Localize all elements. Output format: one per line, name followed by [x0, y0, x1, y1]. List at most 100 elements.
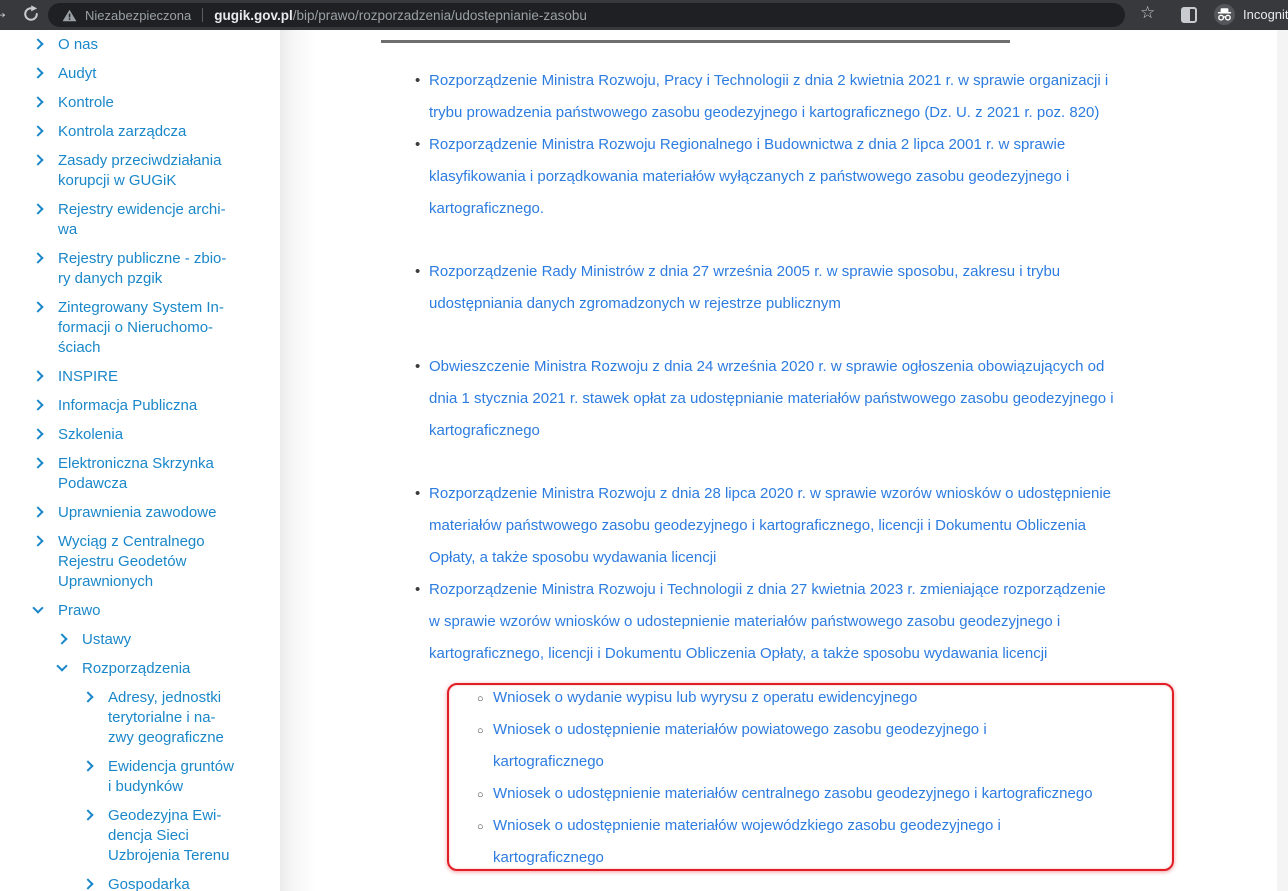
- reload-icon[interactable]: [22, 5, 40, 23]
- chevron-right-icon[interactable]: [32, 96, 43, 107]
- sidebar-item-gospodarka: Gospodarka nieruchomościami: [0, 875, 280, 891]
- sidebar-link[interactable]: Zintegrowany System In- formacji o Nieru…: [58, 298, 280, 358]
- sidebar-item-rejestry-ewidencje: Rejestry ewidencje archi- wa: [0, 200, 280, 240]
- sidebar-item-audyt: Audyt: [0, 64, 280, 84]
- chevron-right-icon[interactable]: [32, 125, 43, 136]
- regulation-item: Rozporządzenie Rady Ministrów z dnia 27 …: [415, 256, 1185, 320]
- chevron-right-icon[interactable]: [32, 67, 43, 78]
- omnibox-divider: [202, 8, 203, 22]
- sidebar-item-kontrola-zarzadcza: Kontrola zarządcza: [0, 122, 280, 142]
- sidebar-separator-shadow: [280, 30, 317, 891]
- browser-window: → Niezabezpieczona gugik.gov.pl /bip/pra…: [0, 0, 1288, 891]
- regulation-item: Rozporządzenie Ministra Rozwoju i Techno…: [415, 574, 1185, 874]
- sidebar-link[interactable]: Kontrola zarządcza: [58, 122, 280, 142]
- chevron-right-icon[interactable]: [32, 370, 43, 381]
- wniosek-link[interactable]: Wniosek o udostępnienie materiałów powia…: [493, 721, 987, 770]
- incognito-label: Incognito: [1243, 7, 1288, 22]
- chevron-right-icon[interactable]: [32, 457, 43, 468]
- chevron-right-icon[interactable]: [82, 691, 93, 702]
- wniosek-link[interactable]: Wniosek o udostępnienie materiałów centr…: [493, 785, 1093, 802]
- sidebar-link[interactable]: Ewidencja gruntów i budynków: [108, 757, 280, 797]
- sidebar-link[interactable]: Informacja Publiczna: [58, 396, 280, 416]
- sidebar-item-inspire: INSPIRE: [0, 367, 280, 387]
- sidebar-link[interactable]: Adresy, jednostki terytorialne i na- zwy…: [108, 688, 280, 748]
- content-top-divider: [381, 40, 1010, 43]
- chevron-right-icon[interactable]: [32, 154, 43, 165]
- browser-toolbar: → Niezabezpieczona gugik.gov.pl /bip/pra…: [0, 0, 1288, 30]
- sidebar-link[interactable]: Rejestry ewidencje archi- wa: [58, 200, 280, 240]
- sidebar-link[interactable]: Audyt: [58, 64, 280, 84]
- sidebar-nav: O nas Audyt Kontrole Kontrola zarządcza …: [0, 35, 280, 891]
- regulation-item: Rozporządzenie Ministra Rozwoju Regional…: [415, 129, 1185, 225]
- security-label: Niezabezpieczona: [85, 8, 191, 23]
- regulation-link[interactable]: Rozporządzenie Rady Ministrów z dnia 27 …: [429, 263, 1060, 312]
- sidebar-link[interactable]: Szkolenia: [58, 425, 280, 445]
- bookmark-icon[interactable]: ☆: [1140, 3, 1155, 23]
- address-bar[interactable]: Niezabezpieczona gugik.gov.pl /bip/prawo…: [48, 3, 1125, 27]
- sidebar-item-zasady-przeciwdzialania: Zasady przeciwdziałania korupcji w GUGiK: [0, 151, 280, 191]
- chevron-right-icon[interactable]: [82, 878, 93, 889]
- sidebar-link[interactable]: Geodezyjna Ewi- dencja Sieci Uzbrojenia …: [108, 806, 280, 866]
- sidebar-item-zsin: Zintegrowany System In- formacji o Nieru…: [0, 298, 280, 358]
- chevron-right-icon[interactable]: [56, 633, 67, 644]
- sidebar-item-adresy: Adresy, jednostki terytorialne i na- zwy…: [0, 688, 280, 748]
- chevron-right-icon[interactable]: [32, 535, 43, 546]
- chevron-right-icon[interactable]: [32, 203, 43, 214]
- chevron-right-icon[interactable]: [32, 506, 43, 517]
- not-secure-warning-icon[interactable]: [62, 9, 77, 22]
- sidebar-link[interactable]: Gospodarka nieruchomościami: [108, 875, 280, 891]
- wnioski-list: Wniosek o wydanie wypisu lub wyrysu z op…: [429, 682, 1185, 874]
- forward-icon[interactable]: →: [0, 2, 9, 23]
- regulation-link[interactable]: Rozporządzenie Ministra Rozwoju z dnia 2…: [429, 485, 1111, 566]
- regulation-link[interactable]: Obwieszczenie Ministra Rozwoju z dnia 24…: [429, 358, 1114, 439]
- wniosek-link[interactable]: Wniosek o udostępnienie materiałów wojew…: [493, 817, 1001, 866]
- chevron-down-icon[interactable]: [56, 660, 67, 671]
- sidebar-item-gesut: Geodezyjna Ewi- dencja Sieci Uzbrojenia …: [0, 806, 280, 866]
- chevron-right-icon[interactable]: [32, 428, 43, 439]
- chevron-right-icon[interactable]: [32, 38, 43, 49]
- wniosek-item: Wniosek o udostępnienie materiałów powia…: [477, 714, 1185, 778]
- chevron-right-icon[interactable]: [32, 252, 43, 263]
- sidebar-link[interactable]: Elektroniczna Skrzynka Podawcza: [58, 454, 280, 494]
- regulation-link[interactable]: Rozporządzenie Ministra Rozwoju i Techno…: [429, 581, 1106, 662]
- sidebar-item-wyciag: Wyciąg z Centralnego Rejestru Geodetów U…: [0, 532, 280, 592]
- chevron-right-icon[interactable]: [32, 399, 43, 410]
- sidebar-link[interactable]: Kontrole: [58, 93, 280, 113]
- sidebar-item-prawo: Prawo: [0, 601, 280, 621]
- sidebar-item-uprawnienia: Uprawnienia zawodowe: [0, 503, 280, 523]
- sidebar-link[interactable]: Ustawy: [82, 630, 280, 650]
- sidebar-item-o-nas: O nas: [0, 35, 280, 55]
- sidebar-link[interactable]: INSPIRE: [58, 367, 280, 387]
- sidebar-link[interactable]: Rejestry publiczne - zbio- ry danych pzg…: [58, 249, 280, 289]
- sidebar-item-rejestry-publiczne: Rejestry publiczne - zbio- ry danych pzg…: [0, 249, 280, 289]
- sidebar-item-rozporzadzenia: Rozporządzenia: [0, 659, 280, 679]
- chevron-down-icon[interactable]: [32, 602, 43, 613]
- regulation-item: Rozporządzenie Ministra Rozwoju, Pracy i…: [415, 65, 1185, 129]
- chevron-right-icon[interactable]: [82, 760, 93, 771]
- chevron-right-icon[interactable]: [32, 301, 43, 312]
- regulation-item: Obwieszczenie Ministra Rozwoju z dnia 24…: [415, 351, 1185, 447]
- sidebar-link[interactable]: Zasady przeciwdziałania korupcji w GUGiK: [58, 151, 280, 191]
- sidebar-item-ewidencja-gruntow: Ewidencja gruntów i budynków: [0, 757, 280, 797]
- regulation-link[interactable]: Rozporządzenie Ministra Rozwoju, Pracy i…: [429, 72, 1108, 121]
- url-domain: gugik.gov.pl: [214, 8, 293, 23]
- sidebar-link[interactable]: O nas: [58, 35, 280, 55]
- sidebar-link[interactable]: Prawo: [58, 601, 280, 621]
- sidebar-link[interactable]: Uprawnienia zawodowe: [58, 503, 280, 523]
- wniosek-link[interactable]: Wniosek o wydanie wypisu lub wyrysu z op…: [493, 689, 917, 706]
- sidebar-link[interactable]: Rozporządzenia: [82, 659, 280, 679]
- url-path: /bip/prawo/rozporzadzenia/udostepnianie-…: [293, 8, 587, 23]
- scrollbar[interactable]: [1277, 30, 1288, 891]
- incognito-icon: [1214, 4, 1235, 25]
- sidebar-item-informacja-publiczna: Informacja Publiczna: [0, 396, 280, 416]
- regulation-link[interactable]: Rozporządzenie Ministra Rozwoju Regional…: [429, 136, 1069, 217]
- sidebar-link[interactable]: Wyciąg z Centralnego Rejestru Geodetów U…: [58, 532, 280, 592]
- chevron-right-icon[interactable]: [82, 809, 93, 820]
- sidebar-item-kontrole: Kontrole: [0, 93, 280, 113]
- wniosek-item: Wniosek o udostępnienie materiałów centr…: [477, 778, 1185, 810]
- regulations-list: Rozporządzenie Ministra Rozwoju, Pracy i…: [415, 65, 1185, 874]
- sidebar-item-szkolenia: Szkolenia: [0, 425, 280, 445]
- side-panel-icon[interactable]: [1181, 7, 1197, 23]
- sidebar-item-ustawy: Ustawy: [0, 630, 280, 650]
- wniosek-item: Wniosek o wydanie wypisu lub wyrysu z op…: [477, 682, 1185, 714]
